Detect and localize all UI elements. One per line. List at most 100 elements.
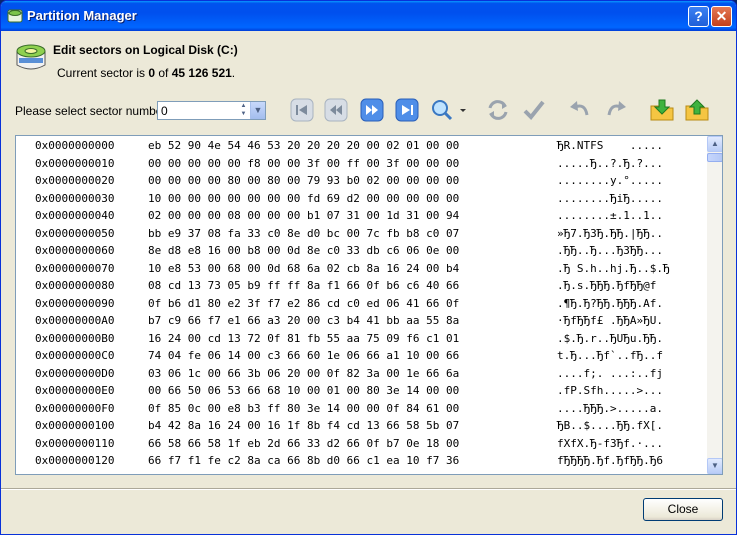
row-hex-bytes[interactable]: 66 f7 f1 fe c2 8a ca 66 8b d0 66 c1 ea 1…	[148, 454, 459, 467]
row-hex-bytes[interactable]: b7 c9 66 f7 e1 66 a3 20 00 c3 b4 41 bb a…	[148, 314, 459, 327]
search-dropdown-icon[interactable]	[457, 97, 469, 123]
close-button[interactable]: Close	[643, 498, 723, 521]
row-hex-bytes[interactable]: eb 52 90 4e 54 46 53 20 20 20 20 00 02 0…	[148, 139, 459, 152]
row-ascii[interactable]: fXfX.Ђ-f3Ђf.·...	[557, 437, 663, 450]
row-address: 0x0000000100	[35, 419, 115, 432]
row-ascii[interactable]: ....f;. ...:..fj	[557, 367, 663, 380]
hex-row[interactable]: 0x0000000080 08 cd 13 73 05 b9 ff ff 8a f…	[16, 277, 706, 294]
first-sector-icon[interactable]	[289, 97, 315, 123]
row-ascii[interactable]: .¶Ђ.Ђ?ЂЂ.ЂЂЂ.Af.	[557, 297, 663, 310]
row-ascii[interactable]: ЂR.NTFS .....	[557, 139, 663, 152]
hex-row[interactable]: 0x0000000090 0f b6 d1 80 e2 3f f7 e2 86 c…	[16, 295, 706, 312]
hex-row[interactable]: 0x0000000020 00 00 00 00 80 00 80 00 79 9…	[16, 172, 706, 189]
row-ascii[interactable]: t.Ђ...Ђf`..fЂ..f	[557, 349, 663, 362]
of-text: of	[155, 66, 172, 80]
row-hex-bytes[interactable]: 10 00 00 00 00 00 00 00 fd 69 d2 00 00 0…	[148, 192, 459, 205]
row-ascii[interactable]: ЂB..$....ЂЂ.fX[.	[557, 419, 663, 432]
row-address: 0x0000000030	[35, 191, 115, 205]
row-hex-bytes[interactable]: b4 42 8a 16 24 00 16 1f 8b f4 cd 13 66 5…	[148, 419, 459, 432]
search-icon[interactable]	[429, 97, 455, 123]
row-hex-bytes[interactable]: 03 06 1c 00 66 3b 06 20 00 0f 82 3a 00 1…	[148, 367, 459, 380]
row-address: 0x00000000E0	[35, 384, 115, 397]
import-icon[interactable]	[684, 97, 710, 123]
row-address: 0x0000000040	[35, 209, 115, 222]
help-button[interactable]: ?	[688, 6, 709, 27]
hex-row[interactable]: 0x0000000130 1a 00 86 d6 8a 16 24 00 8a e…	[16, 470, 706, 475]
hex-row[interactable]: 0x00000000B0 16 24 00 cd 13 72 0f 81 fb 5…	[16, 330, 706, 347]
row-ascii[interactable]: .$.Ђ.r..ЂUЂu.ЂЂ.	[557, 332, 663, 345]
hex-row[interactable]: 0x00000000E0 00 66 50 06 53 66 68 10 00 0…	[16, 382, 706, 399]
row-hex-bytes[interactable]: 74 04 fe 06 14 00 c3 66 60 1e 06 66 a1 1…	[148, 349, 459, 362]
sector-number-input[interactable]	[159, 103, 237, 118]
sector-spinner[interactable]: ▲ ▼	[238, 102, 249, 119]
row-ascii[interactable]: ....ЂЂЂ.>.....a.	[557, 402, 663, 415]
row-hex-bytes[interactable]: bb e9 37 08 fa 33 c0 8e d0 bc 00 7c fb b…	[148, 227, 459, 240]
row-ascii[interactable]: fЂЂЂЂ.Ђf.ЂfЂЂ.Ђ6	[557, 454, 663, 467]
hex-editor-panel[interactable]: 0x0000000000 eb 52 90 4e 54 46 53 20 20 2…	[15, 135, 723, 475]
hex-row[interactable]: 0x00000000F0 0f 85 0c 00 e8 b3 ff 80 3e 1…	[16, 400, 706, 417]
app-icon	[7, 9, 23, 23]
row-ascii[interactable]: .Ђ.s.ЂЂЂ.ЂfЂЂ@f	[557, 279, 656, 292]
row-ascii[interactable]: »Ђ7.Ђ3Ђ.ЂЂ.|ЂЂ..	[557, 227, 663, 240]
hex-row[interactable]: 0x0000000070 10 e8 53 00 68 00 0d 68 6a 0…	[16, 260, 706, 277]
row-hex-bytes[interactable]: 00 66 50 06 53 66 68 10 00 01 00 80 3e 1…	[148, 384, 459, 397]
row-ascii[interactable]: .fP.Sfh.....>...	[557, 384, 663, 397]
row-hex-bytes[interactable]: 00 00 00 00 00 f8 00 00 3f 00 ff 00 3f 0…	[148, 157, 459, 170]
last-sector-icon[interactable]	[394, 97, 420, 123]
title-bar[interactable]: Partition Manager ? ✕	[1, 1, 736, 31]
sector-number-combo[interactable]: ▲ ▼ ▼	[157, 101, 266, 120]
scroll-down-icon[interactable]: ▼	[707, 458, 722, 474]
row-ascii[interactable]: ...Ђ..$..ЂЂЂ..ЂЂ	[557, 472, 663, 475]
window-close-button[interactable]: ✕	[711, 6, 732, 27]
scroll-up-icon[interactable]: ▲	[707, 136, 722, 152]
row-hex-bytes[interactable]: 0f 85 0c 00 e8 b3 ff 80 3e 14 00 00 0f 8…	[148, 402, 459, 415]
row-hex-bytes[interactable]: 0f b6 d1 80 e2 3f f7 e2 86 cd c0 ed 06 4…	[148, 297, 459, 310]
suffix-text: .	[231, 66, 236, 80]
hex-row[interactable]: 0x0000000040 02 00 00 00 08 00 00 00 b1 0…	[16, 207, 706, 224]
row-ascii[interactable]: .....Ђ..?.Ђ.?...	[557, 157, 663, 170]
row-ascii[interactable]: ........y.°.....	[557, 174, 663, 187]
row-ascii[interactable]: .ЂЂ..Ђ...Ђ3ЂЂ...	[557, 244, 663, 257]
row-hex-bytes[interactable]: 08 cd 13 73 05 b9 ff ff 8a f1 66 0f b6 c…	[148, 279, 459, 292]
spin-up-icon[interactable]: ▲	[238, 102, 249, 110]
row-hex-bytes[interactable]: 00 00 00 00 80 00 80 00 79 93 b0 02 00 0…	[148, 174, 459, 187]
spin-down-icon[interactable]: ▼	[238, 110, 249, 118]
hex-row[interactable]: 0x0000000100 b4 42 8a 16 24 00 16 1f 8b f…	[16, 417, 706, 434]
next-sector-icon[interactable]	[359, 97, 385, 123]
row-hex-bytes[interactable]: 02 00 00 00 08 00 00 00 b1 07 31 00 1d 3…	[148, 209, 459, 222]
chevron-down-icon[interactable]: ▼	[250, 102, 265, 119]
row-address: 0x00000000C0	[35, 349, 115, 362]
window-title: Partition Manager	[27, 8, 137, 23]
apply-icon[interactable]	[521, 97, 547, 123]
hex-row[interactable]: 0x0000000110 66 58 66 58 1f eb 2d 66 33 d…	[16, 435, 706, 452]
vertical-scrollbar[interactable]: ▲ ▼	[707, 136, 722, 474]
hex-row[interactable]: 0x00000000C0 74 04 fe 06 14 00 c3 66 60 1…	[16, 347, 706, 364]
export-icon[interactable]	[649, 97, 675, 123]
row-ascii[interactable]: .Ђ S.h..hj.Ђ..$.Ђ	[557, 262, 670, 275]
row-hex-bytes[interactable]: 16 24 00 cd 13 72 0f 81 fb 55 aa 75 09 f…	[148, 332, 459, 345]
row-address: 0x0000000020	[35, 174, 115, 187]
redo-icon[interactable]	[603, 97, 629, 123]
row-address: 0x0000000110	[35, 436, 115, 450]
row-hex-bytes[interactable]: 1a 00 86 d6 8a 16 24 00 8a e8 c0 e4 06 0…	[148, 472, 459, 475]
hex-row[interactable]: 0x0000000010 00 00 00 00 00 f8 00 00 3f 0…	[16, 155, 706, 172]
total-sectors-value: 45 126 521	[171, 66, 232, 80]
hex-row[interactable]: 0x00000000A0 b7 c9 66 f7 e1 66 a3 20 00 c…	[16, 312, 706, 329]
row-hex-bytes[interactable]: 10 e8 53 00 68 00 0d 68 6a 02 cb 8a 16 2…	[148, 262, 459, 275]
current-sector-info: Current sector is 0 of 45 126 521.	[57, 66, 235, 80]
row-hex-bytes[interactable]: 66 58 66 58 1f eb 2d 66 33 d2 66 0f b7 0…	[148, 437, 459, 450]
row-ascii[interactable]: ·ЂfЂЂf£ .ЂЂA»ЂU.	[557, 314, 663, 327]
hex-row[interactable]: 0x0000000060 8e d8 e8 16 00 b8 00 0d 8e c…	[16, 242, 706, 259]
hex-row[interactable]: 0x0000000000 eb 52 90 4e 54 46 53 20 20 2…	[16, 137, 706, 154]
hex-row[interactable]: 0x0000000120 66 f7 f1 fe c2 8a ca 66 8b d…	[16, 452, 706, 469]
row-ascii[interactable]: ........±.1..1..	[557, 209, 663, 222]
hex-row[interactable]: 0x0000000030 10 00 00 00 00 00 00 00 fd 6…	[16, 190, 706, 207]
undo-icon[interactable]	[567, 97, 593, 123]
hex-row[interactable]: 0x0000000050 bb e9 37 08 fa 33 c0 8e d0 b…	[16, 225, 706, 242]
previous-sector-icon[interactable]	[323, 97, 349, 123]
row-hex-bytes[interactable]: 8e d8 e8 16 00 b8 00 0d 8e c0 33 db c6 0…	[148, 244, 459, 257]
refresh-icon[interactable]	[485, 97, 511, 123]
scrollbar-thumb[interactable]	[707, 153, 722, 162]
hex-row[interactable]: 0x00000000D0 03 06 1c 00 66 3b 06 20 00 0…	[16, 365, 706, 382]
row-ascii[interactable]: ........ЂiЂ.....	[557, 192, 663, 205]
